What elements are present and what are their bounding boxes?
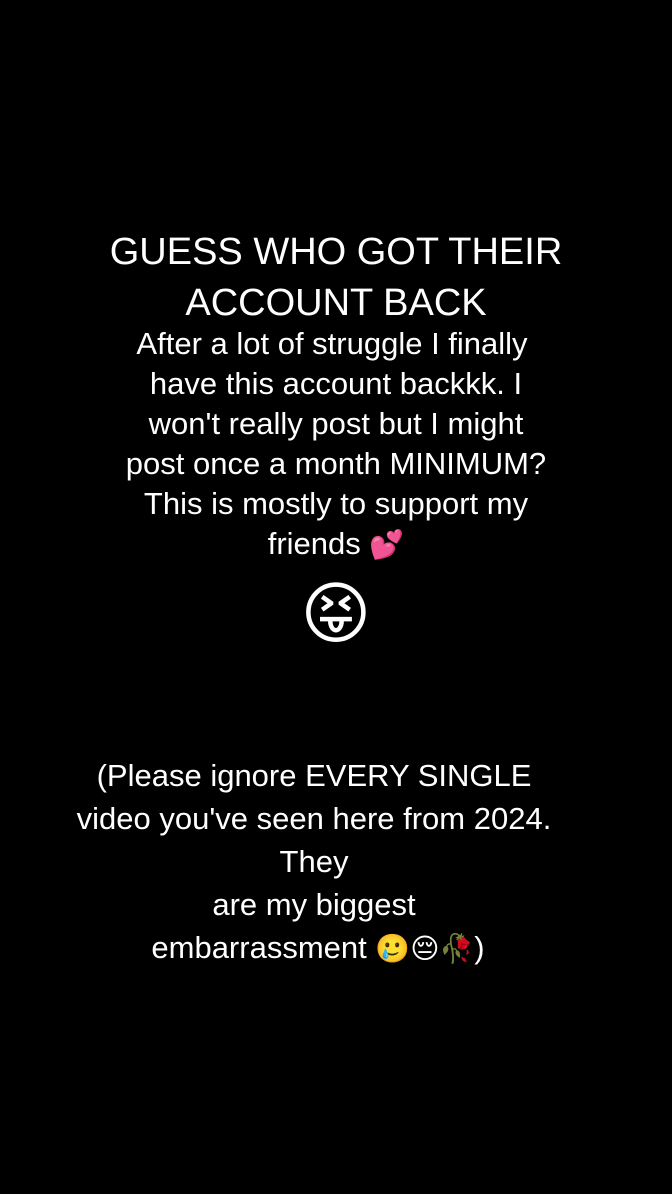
two-hearts-icon: 💕: [369, 529, 405, 560]
message-line-5: This is mostly to support my: [143, 486, 529, 521]
note-line-1: (Please ignore EVERY SINGLE: [96, 758, 532, 793]
note-closing-paren: ): [474, 930, 485, 965]
message-line-6-text: friends: [267, 526, 370, 561]
headline-line-2: ACCOUNT BACK: [185, 282, 487, 324]
squinting-tongue-face-icon: 😝: [300, 576, 372, 652]
note-line-5: embarrassment 🥲😔🥀): [0, 932, 654, 963]
note-line-3: They: [279, 844, 349, 879]
note-line-5-text: embarrassment: [151, 930, 376, 965]
message-line-3: won't really post but I might: [148, 406, 524, 441]
note-line-2: video you've seen here from 2024.: [76, 801, 552, 836]
headline-line-1: GUESS WHO GOT THEIR: [109, 231, 563, 273]
message-line-4: post once a month MINIMUM?: [125, 446, 547, 481]
note-line-4: are my biggest: [212, 887, 416, 922]
message-line-1: After a lot of struggle I finally: [136, 326, 528, 361]
message-line-6: friends 💕: [0, 528, 672, 559]
story-canvas: GUESS WHO GOT THEIR ACCOUNT BACK After a…: [0, 0, 672, 1194]
message-line-2: have this account backkk. I: [149, 366, 523, 401]
tear-wilted-rose-icons: 🥲😔🥀: [375, 933, 475, 964]
